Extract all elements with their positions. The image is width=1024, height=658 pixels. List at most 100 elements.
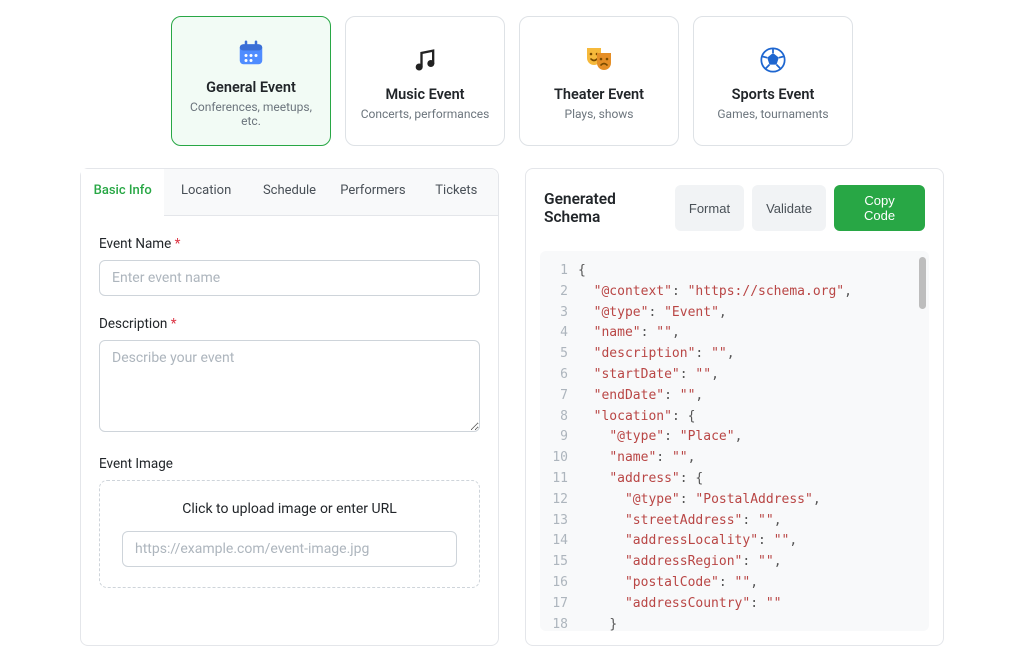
code-line: 12 "@type": "PostalAddress", (546, 490, 917, 511)
event-type-selector: General Event Conferences, meetups, etc. M… (0, 16, 1024, 146)
sports-icon (759, 42, 787, 78)
line-number: 16 (546, 573, 568, 594)
code-line: 16 "postalCode": "", (546, 573, 917, 594)
line-number: 9 (546, 427, 568, 448)
copy-code-button[interactable]: Copy Code (834, 185, 925, 231)
main-content-row: Basic InfoLocationSchedulePerformersTick… (0, 168, 1024, 646)
code-line: 13 "streetAddress": "", (546, 511, 917, 532)
form-tabs: Basic InfoLocationSchedulePerformersTick… (81, 169, 498, 216)
label-text: Description (99, 316, 167, 332)
code-content: "name": "", (578, 448, 695, 469)
code-line: 14 "addressLocality": "", (546, 531, 917, 552)
line-number: 2 (546, 282, 568, 303)
code-content: "description": "", (578, 344, 735, 365)
event-type-title: Music Event (385, 86, 464, 103)
event-type-title: Theater Event (554, 86, 644, 103)
required-marker: * (175, 236, 181, 252)
event-image-field: Event Image Click to upload image or ent… (99, 456, 480, 588)
tab-schedule[interactable]: Schedule (248, 169, 331, 215)
image-url-input[interactable] (122, 531, 457, 567)
line-number: 17 (546, 594, 568, 615)
line-number: 3 (546, 303, 568, 324)
line-number: 10 (546, 448, 568, 469)
theater-icon (583, 42, 615, 78)
code-content: "@type": "PostalAddress", (578, 490, 821, 511)
event-image-label: Event Image (99, 456, 480, 472)
code-line: 9 "@type": "Place", (546, 427, 917, 448)
code-content: "startDate": "", (578, 365, 719, 386)
event-type-title: Sports Event (732, 86, 815, 103)
image-upload-box[interactable]: Click to upload image or enter URL (99, 480, 480, 588)
code-content: "location": { (578, 407, 695, 428)
code-content: "postalCode": "", (578, 573, 758, 594)
code-line: 7 "endDate": "", (546, 386, 917, 407)
code-line: 5 "description": "", (546, 344, 917, 365)
description-label: Description * (99, 316, 480, 332)
schema-header: Generated Schema Format Validate Copy Co… (526, 169, 943, 245)
code-line: 18 } (546, 615, 917, 631)
form-body: Event Name * Description * Event Image C… (81, 216, 498, 628)
schema-actions: Format Validate Copy Code (675, 185, 925, 231)
code-content: "name": "", (578, 323, 680, 344)
music-icon (411, 42, 439, 78)
code-line: 1{ (546, 261, 917, 282)
tab-location[interactable]: Location (164, 169, 247, 215)
tab-tickets[interactable]: Tickets (415, 169, 498, 215)
code-content: { (578, 261, 586, 282)
label-text: Event Name (99, 236, 171, 252)
validate-button[interactable]: Validate (752, 185, 826, 231)
event-type-subtitle: Concerts, performances (361, 107, 490, 121)
schema-code-block[interactable]: 1{2 "@context": "https://schema.org",3 "… (540, 251, 929, 631)
event-type-card-sports[interactable]: Sports Event Games, tournaments (693, 16, 853, 146)
event-name-label: Event Name * (99, 236, 480, 252)
scrollbar-thumb[interactable] (919, 257, 926, 309)
line-number: 8 (546, 407, 568, 428)
code-line: 10 "name": "", (546, 448, 917, 469)
event-type-card-theater[interactable]: Theater Event Plays, shows (519, 16, 679, 146)
line-number: 7 (546, 386, 568, 407)
event-name-field: Event Name * (99, 236, 480, 296)
code-content: "addressLocality": "", (578, 531, 797, 552)
code-line: 15 "addressRegion": "", (546, 552, 917, 573)
code-line: 8 "location": { (546, 407, 917, 428)
required-marker: * (171, 316, 177, 332)
code-content: "addressRegion": "", (578, 552, 782, 573)
line-number: 5 (546, 344, 568, 365)
format-button[interactable]: Format (675, 185, 744, 231)
code-content: "@context": "https://schema.org", (578, 282, 852, 303)
line-number: 18 (546, 615, 568, 631)
description-input[interactable] (99, 340, 480, 432)
code-line: 6 "startDate": "", (546, 365, 917, 386)
event-type-subtitle: Conferences, meetups, etc. (180, 100, 322, 128)
code-line: 11 "address": { (546, 469, 917, 490)
code-line: 17 "addressCountry": "" (546, 594, 917, 615)
upload-hint: Click to upload image or enter URL (122, 501, 457, 517)
event-type-card-music[interactable]: Music Event Concerts, performances (345, 16, 505, 146)
line-number: 14 (546, 531, 568, 552)
line-number: 15 (546, 552, 568, 573)
calendar-icon (236, 35, 266, 71)
tab-basic-info[interactable]: Basic Info (81, 169, 164, 216)
event-type-subtitle: Games, tournaments (717, 107, 828, 121)
event-type-card-calendar[interactable]: General Event Conferences, meetups, etc. (171, 16, 331, 146)
tab-performers[interactable]: Performers (331, 169, 414, 215)
code-content: "address": { (578, 469, 703, 490)
code-line: 4 "name": "", (546, 323, 917, 344)
code-content: "endDate": "", (578, 386, 703, 407)
line-number: 12 (546, 490, 568, 511)
line-number: 11 (546, 469, 568, 490)
code-content: "@type": "Event", (578, 303, 727, 324)
line-number: 6 (546, 365, 568, 386)
description-field: Description * (99, 316, 480, 436)
line-number: 4 (546, 323, 568, 344)
code-content: } (578, 615, 617, 631)
line-number: 1 (546, 261, 568, 282)
event-name-input[interactable] (99, 260, 480, 296)
event-type-subtitle: Plays, shows (565, 107, 634, 121)
event-type-title: General Event (206, 79, 296, 96)
line-number: 13 (546, 511, 568, 532)
code-line: 3 "@type": "Event", (546, 303, 917, 324)
code-content: "addressCountry": "" (578, 594, 782, 615)
schema-panel: Generated Schema Format Validate Copy Co… (525, 168, 944, 646)
form-panel: Basic InfoLocationSchedulePerformersTick… (80, 168, 499, 646)
